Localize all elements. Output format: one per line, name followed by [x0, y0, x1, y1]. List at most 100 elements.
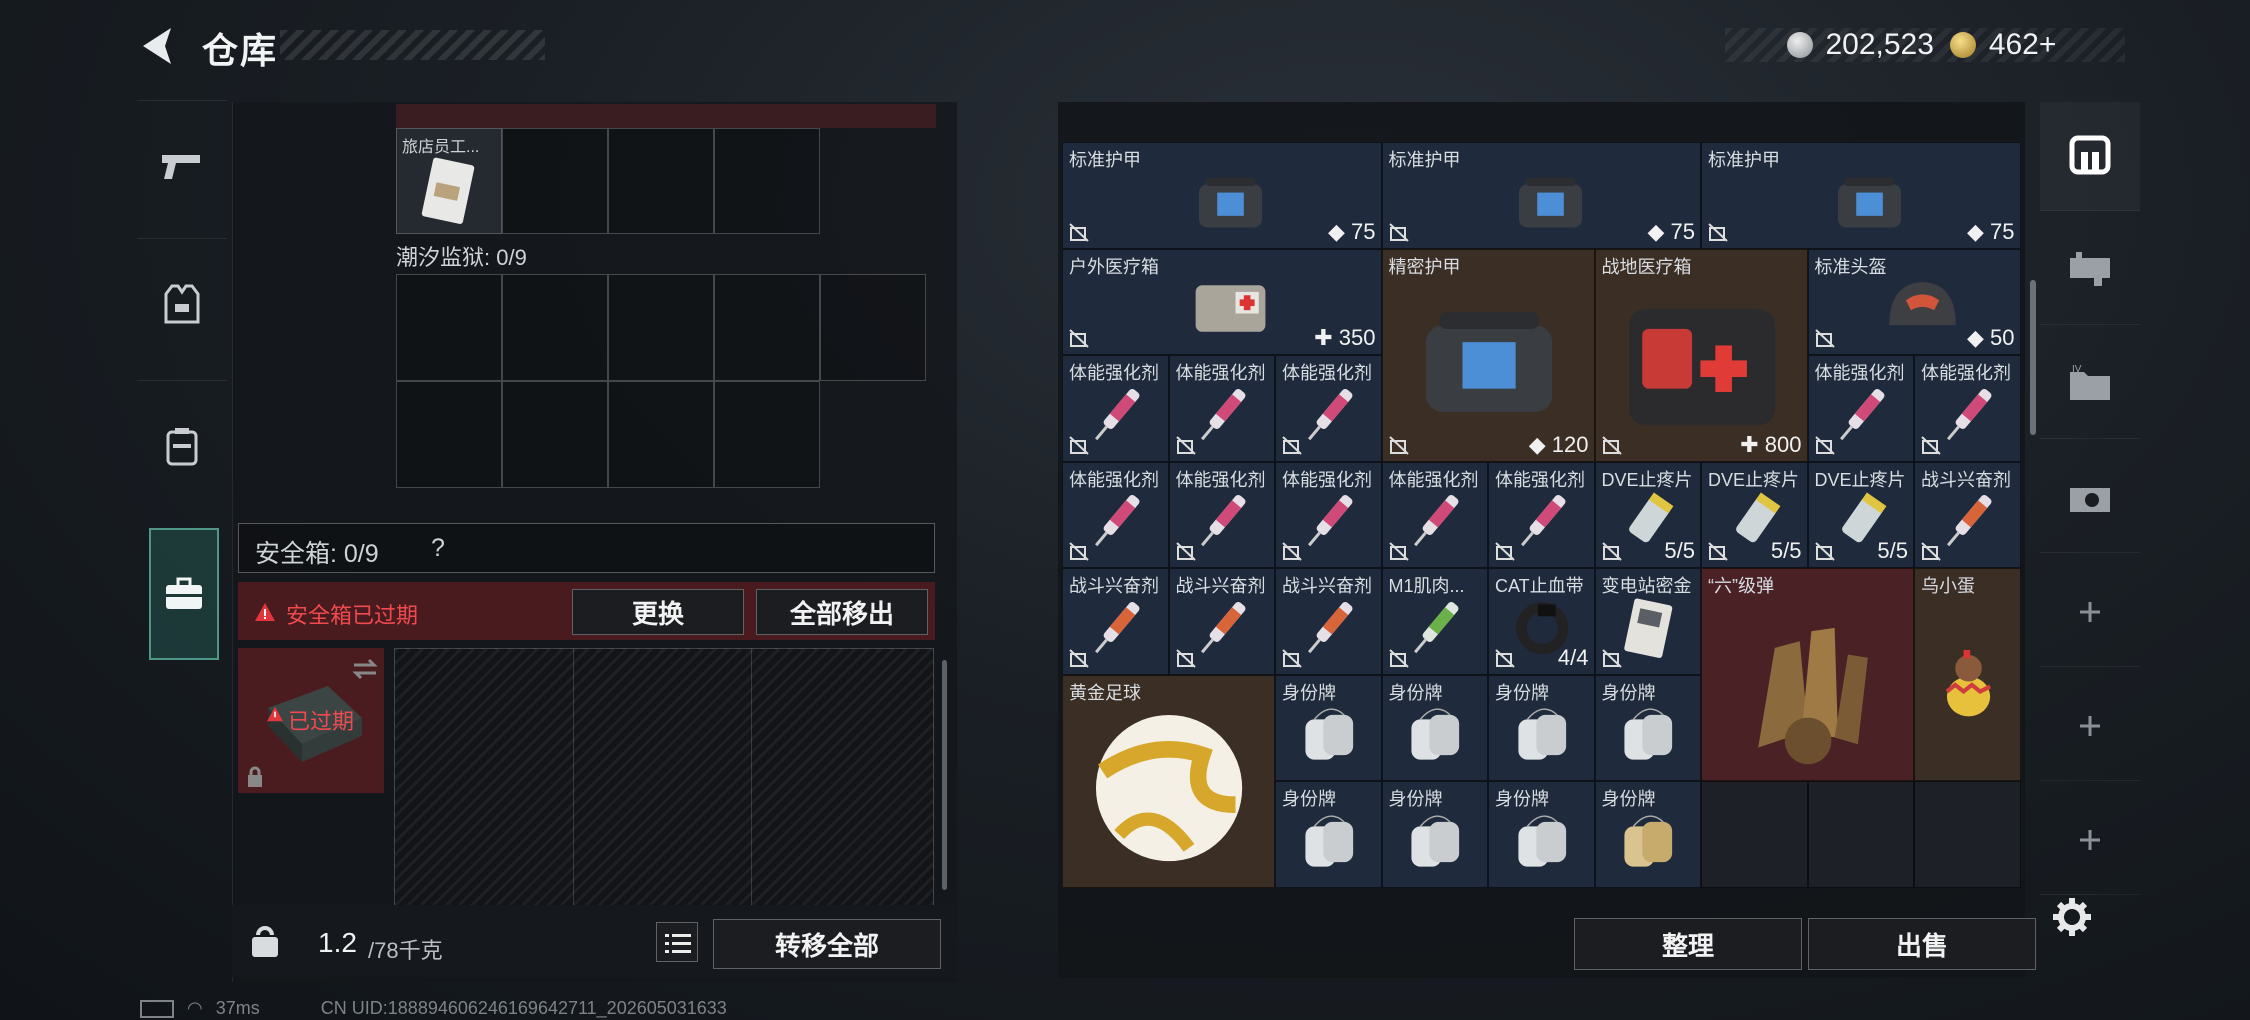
transfer-all-button[interactable]: 转移全部 [713, 919, 941, 969]
inventory-slot[interactable] [714, 128, 820, 234]
inventory-item[interactable]: 身份牌 [1488, 781, 1595, 888]
inventory-slot-item[interactable]: 旅店员工... [396, 128, 502, 234]
item-value: 5/5 [1664, 538, 1695, 563]
no-insure-icon [1601, 542, 1622, 561]
inventory-item[interactable]: 变电站密金 [1594, 568, 1701, 675]
move-all-out-button[interactable]: 全部移出 [756, 589, 928, 635]
empty-slot[interactable] [1701, 781, 1808, 888]
inventory-item[interactable]: 身份牌 [1381, 674, 1488, 781]
item-value: 5/5 [1770, 538, 1802, 563]
tab-armor[interactable] [137, 238, 227, 369]
item-name: 标准护甲 [1069, 150, 1141, 170]
inventory-slot[interactable] [714, 274, 820, 381]
item-value: ✚ 350 [1314, 325, 1376, 350]
empty-slot[interactable] [1807, 781, 1914, 888]
inventory-item[interactable]: 标准护甲 ◆ 75 [1701, 142, 2021, 249]
empty-slot[interactable] [1914, 781, 2021, 888]
settings-button[interactable] [2050, 895, 2094, 939]
no-insure-icon [1921, 542, 1941, 561]
gold-amount[interactable]: 462+ [1989, 28, 2057, 61]
inventory-item[interactable]: 身份牌 [1275, 674, 1382, 781]
inventory-item[interactable]: 标准护甲 ◆ 75 [1062, 142, 1382, 249]
storage-tab-3[interactable]: IV [2040, 330, 2140, 439]
inventory-item[interactable]: M1肌肉... [1381, 568, 1488, 675]
inventory-item[interactable]: 体能强化剂 [1381, 461, 1488, 568]
inventory-item[interactable]: 身份牌 [1488, 674, 1595, 781]
inventory-item[interactable]: 体能强化剂 [1275, 461, 1382, 568]
title-decoration [280, 30, 545, 60]
item-name: 标准护甲 [1708, 150, 1780, 170]
inventory-item[interactable]: DVE止疼片 5/5 [1594, 461, 1701, 568]
inventory-slot[interactable] [608, 274, 714, 381]
inventory-item[interactable]: 体能强化剂 [1914, 355, 2021, 462]
storage-tab-4[interactable] [2040, 444, 2140, 553]
syringe-icon [1414, 495, 1459, 547]
no-insure-icon [1175, 542, 1196, 561]
inventory-slot[interactable] [608, 381, 714, 488]
inventory-item[interactable]: 身份牌 [1381, 781, 1488, 888]
inventory-item[interactable]: 体能强化剂 [1807, 355, 1914, 462]
inventory-item[interactable]: 战斗兴奋剂 [1062, 568, 1169, 675]
syringe-icon [1414, 601, 1459, 654]
item-name: 战地医疗箱 [1601, 256, 1692, 277]
inventory-item[interactable]: 体能强化剂 [1168, 355, 1275, 462]
inventory-item[interactable]: 身份牌 [1594, 674, 1701, 781]
inventory-item[interactable]: 黄金足球 [1062, 674, 1275, 888]
inventory-item[interactable]: 战斗兴奋剂 [1168, 568, 1275, 675]
inventory-item[interactable]: DVE止疼片 5/5 [1701, 461, 1808, 568]
inventory-item[interactable]: 战斗兴奋剂 [1914, 461, 2021, 568]
inventory-item[interactable]: DVE止疼片 5/5 [1807, 461, 1914, 568]
storage-tab-5[interactable] [2040, 558, 2140, 667]
safe-box-item[interactable]: 已过期 [238, 648, 384, 793]
inventory-slot[interactable] [396, 381, 502, 488]
swap-icon [352, 658, 378, 680]
inventory-item[interactable]: 标准护甲 ◆ 75 [1381, 142, 1701, 249]
tab-backpack[interactable] [137, 380, 227, 511]
inventory-slot[interactable] [714, 381, 820, 488]
storage-tab-2[interactable] [2040, 216, 2140, 325]
inventory-item[interactable]: 体能强化剂 [1062, 355, 1169, 462]
gold-coin-icon[interactable] [1950, 32, 1977, 58]
inventory-slot[interactable] [820, 274, 926, 381]
inventory-slot[interactable] [608, 128, 714, 234]
item-value: ◆ 120 [1528, 431, 1589, 457]
inventory-item[interactable]: 户外医疗箱 ✚ 350 [1062, 248, 1382, 355]
storage-tab-7[interactable] [2040, 786, 2140, 895]
inventory-item[interactable]: 标准头盔 ◆ 50 [1807, 248, 2021, 355]
left-scrollbar[interactable] [942, 660, 947, 890]
inventory-item[interactable]: 身份牌 [1275, 781, 1382, 888]
help-icon[interactable]: ? [431, 534, 445, 563]
inventory-item[interactable]: “六”级弹 [1701, 568, 1914, 781]
inventory-item[interactable]: 精密护甲 ◆ 120 [1381, 248, 1595, 462]
inventory-item[interactable]: 战地医疗箱 ✚ 800 [1594, 248, 1808, 462]
inventory-slot[interactable] [502, 381, 608, 488]
sell-button[interactable]: 出售 [1808, 918, 2036, 970]
list-view-button[interactable] [656, 922, 698, 962]
expired-text: 安全箱已过期 [286, 603, 419, 628]
storage-tab-1[interactable] [2040, 102, 2140, 211]
inventory-slot[interactable] [502, 274, 608, 381]
inventory-slot[interactable] [502, 128, 608, 234]
back-button[interactable] [135, 22, 183, 70]
inventory-slot[interactable] [396, 274, 502, 381]
wifi-icon: ◠ [187, 998, 203, 1018]
syringe-icon [1201, 388, 1246, 441]
no-insure-icon [1069, 435, 1089, 455]
organize-button[interactable]: 整理 [1574, 918, 1802, 970]
replace-button[interactable]: 更换 [572, 589, 744, 635]
first-aid-kit-icon [1628, 308, 1776, 426]
inventory-item[interactable]: 体能强化剂 [1488, 461, 1595, 568]
inventory-item[interactable]: 乌小蛋 [1914, 568, 2021, 781]
helmet-icon [1889, 282, 1957, 326]
syringe-icon [1307, 388, 1353, 441]
inventory-item[interactable]: 体能强化剂 [1168, 461, 1275, 568]
inventory-item[interactable]: 体能强化剂 [1062, 461, 1169, 568]
tab-weapons[interactable] [137, 100, 227, 231]
storage-scrollbar[interactable] [2030, 280, 2036, 435]
inventory-item[interactable]: CAT止血带 4/4 [1488, 568, 1595, 675]
tab-safe-box[interactable] [149, 528, 219, 660]
inventory-item[interactable]: 身份牌 [1594, 781, 1701, 888]
storage-tab-6[interactable] [2040, 672, 2140, 781]
inventory-item[interactable]: 战斗兴奋剂 [1275, 568, 1382, 675]
inventory-item[interactable]: 体能强化剂 [1275, 355, 1382, 462]
